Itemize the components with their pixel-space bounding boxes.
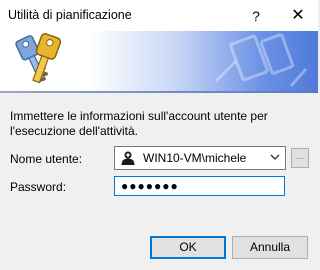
password-field[interactable]: ●●●●●●● [114, 176, 285, 196]
header-banner [0, 31, 318, 91]
username-label: Nome utente: [10, 152, 83, 166]
window-title: Utilità di pianificazione [8, 8, 132, 22]
user-icon [121, 151, 135, 165]
browse-user-button[interactable]: ... [291, 148, 309, 168]
keys-icon [15, 33, 62, 84]
cancel-button[interactable]: Annulla [232, 236, 308, 259]
banner-divider [0, 91, 318, 93]
username-combobox[interactable]: WIN10-VM\michele [114, 146, 286, 170]
watermark-art [214, 33, 308, 87]
password-value: ●●●●●●● [121, 179, 179, 193]
username-value: WIN10-VM\michele [143, 151, 247, 165]
help-button[interactable]: ? [242, 3, 270, 29]
title-bar: Utilità di pianificazione ? ✕ [0, 0, 318, 31]
password-label: Password: [10, 180, 67, 194]
instructions-text: Immettere le informazioni sull'account u… [10, 109, 268, 138]
ok-button[interactable]: OK [150, 236, 226, 259]
close-button[interactable]: ✕ [284, 3, 312, 29]
chevron-down-icon[interactable] [269, 151, 281, 163]
